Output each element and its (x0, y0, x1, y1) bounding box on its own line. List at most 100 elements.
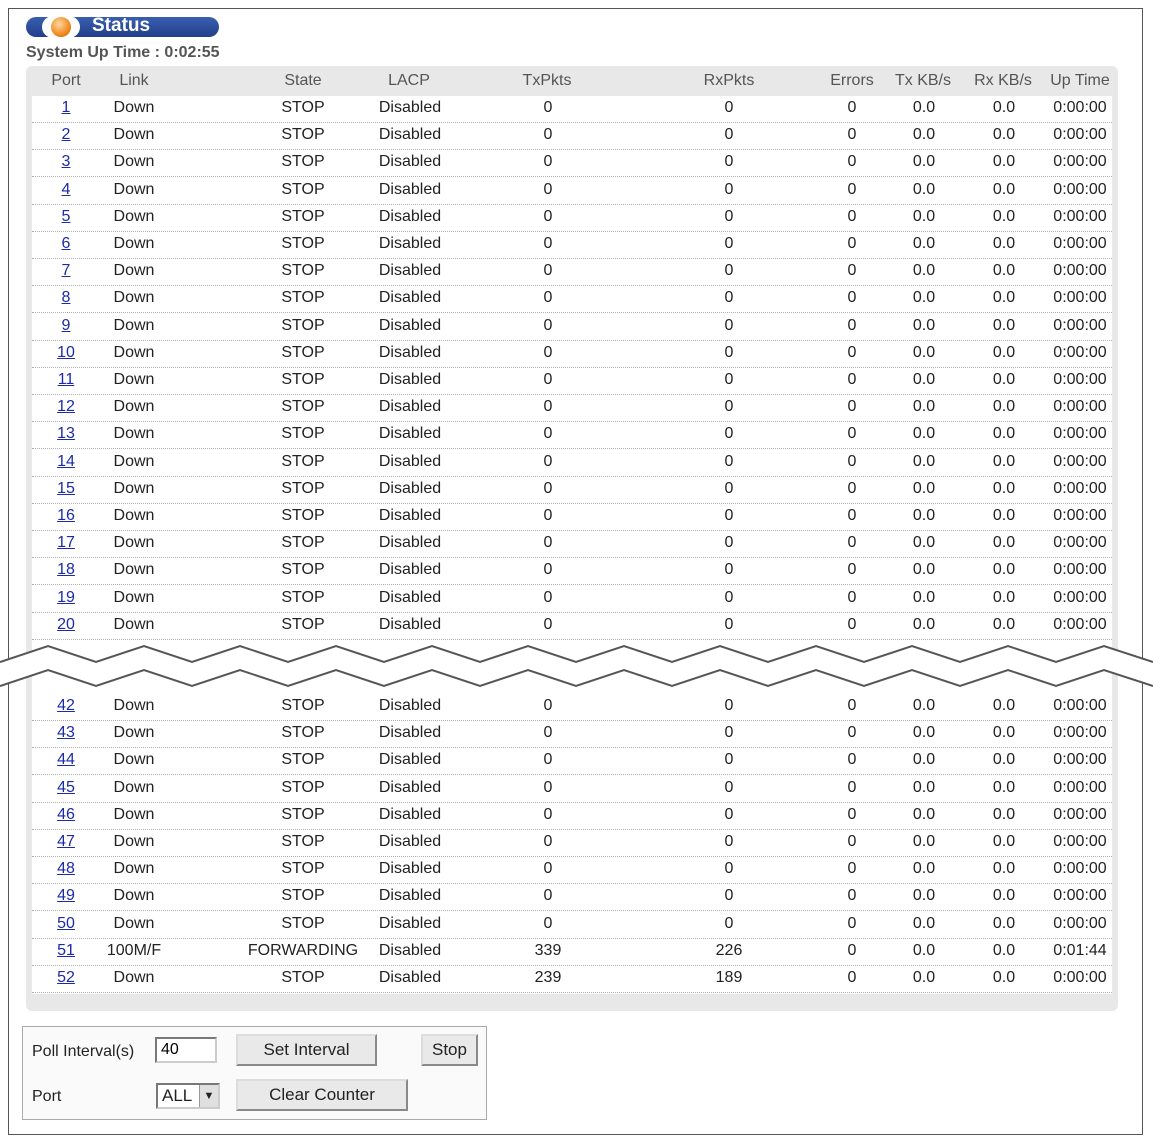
lacp-cell: Disabled (378, 534, 442, 552)
link-cell: Down (113, 914, 155, 932)
uptime-cell: 0:00:00 (1053, 534, 1107, 552)
table-row: 48 Down STOP Disabled 0 0 0 0.0 0.0 0:00:00 (32, 857, 1112, 885)
port-link[interactable]: 52 (57, 969, 75, 987)
port-link[interactable]: 1 (62, 99, 71, 117)
state-cell: STOP (281, 507, 325, 524)
port-link[interactable]: 47 (57, 833, 75, 851)
txpkts-cell: 339 (534, 941, 562, 959)
lacp-cell: Disabled (378, 507, 442, 524)
col-errors: Errors (830, 72, 874, 89)
uptime-cell: 0:00:00 (1053, 969, 1107, 986)
state-cell: STOP (281, 778, 325, 796)
state-cell: STOP (281, 479, 325, 497)
port-link[interactable]: 20 (57, 616, 75, 634)
link-cell: Down (113, 207, 155, 225)
chevron-down-icon[interactable]: ▼ (199, 1085, 218, 1107)
port-link[interactable]: 45 (57, 779, 75, 797)
uptime-cell: 0:00:00 (1053, 289, 1107, 307)
uptime-cell: 0:01:44 (1053, 941, 1107, 959)
link-cell: Down (113, 398, 155, 416)
port-link[interactable]: 8 (62, 289, 71, 307)
port-link[interactable]: 46 (57, 806, 75, 824)
port-link[interactable]: 18 (57, 561, 75, 579)
txpkts-cell: 0 (543, 479, 553, 497)
rxpkts-cell: 0 (724, 343, 734, 361)
port-link[interactable]: 44 (57, 751, 75, 769)
port-link[interactable]: 6 (62, 235, 71, 253)
uptime-cell: 0:00:00 (1053, 207, 1107, 225)
rxkbs-cell: 0.0 (992, 751, 1016, 769)
port-link[interactable]: 7 (62, 262, 71, 280)
port-link[interactable]: 42 (57, 697, 75, 715)
clear-counter-button[interactable]: Clear Counter (236, 1079, 408, 1111)
txpkts-cell: 0 (543, 262, 553, 280)
poll-interval-input[interactable] (155, 1037, 217, 1063)
uptime-cell: 0:00:00 (1053, 398, 1107, 416)
rxkbs-cell: 0.0 (992, 778, 1016, 796)
port-link[interactable]: 10 (57, 344, 75, 362)
errors-cell: 0 (847, 805, 857, 823)
rxpkts-cell: 0 (724, 126, 734, 144)
port-link[interactable]: 4 (62, 181, 71, 199)
port-select[interactable]: ALL ▼ (156, 1083, 220, 1109)
port-link[interactable]: 5 (62, 208, 71, 226)
link-cell: Down (113, 316, 155, 334)
port-link[interactable]: 13 (57, 425, 75, 443)
rxpkts-cell: 0 (724, 507, 734, 524)
txpkts-cell: 0 (543, 180, 553, 198)
port-link[interactable]: 43 (57, 724, 75, 742)
lacp-cell: Disabled (378, 615, 442, 633)
port-link[interactable]: 12 (57, 398, 75, 416)
txpkts-cell: 0 (543, 778, 553, 796)
stop-button[interactable]: Stop (421, 1034, 478, 1066)
port-link[interactable]: 49 (57, 887, 75, 905)
port-link[interactable]: 51 (57, 942, 75, 960)
col-rxkbs: Rx KB/s (974, 72, 1032, 89)
port-link[interactable]: 14 (57, 453, 75, 471)
link-cell: Down (113, 180, 155, 198)
errors-cell: 0 (847, 860, 857, 878)
rxkbs-cell: 0.0 (992, 235, 1016, 252)
rxpkts-cell: 0 (724, 833, 734, 850)
txpkts-cell: 0 (543, 425, 553, 443)
state-cell: STOP (281, 697, 325, 714)
uptime-cell: 0:00:00 (1053, 371, 1107, 388)
errors-cell: 0 (847, 615, 857, 633)
txkbs-cell: 0.0 (912, 588, 936, 606)
txkbs-cell: 0.0 (912, 126, 936, 144)
uptime-cell: 0:00:00 (1053, 452, 1107, 470)
link-cell: Down (113, 507, 155, 524)
port-link[interactable]: 11 (58, 371, 75, 389)
lacp-cell: Disabled (378, 371, 442, 388)
link-cell: Down (113, 452, 155, 470)
table-row: 13 Down STOP Disabled 0 0 0 0.0 0.0 0:00:00 (32, 422, 1112, 450)
lacp-cell: Disabled (378, 561, 442, 579)
table-row: 51 100M/F FORWARDING Disabled 339 226 0 0.0 0.0 0… (32, 939, 1112, 966)
port-link[interactable]: 19 (57, 589, 75, 607)
rxpkts-cell: 0 (724, 724, 734, 742)
state-cell: STOP (281, 561, 325, 579)
table-row: 9 Down STOP Disabled 0 0 0 0.0 0.0 0:00:00 (32, 314, 1112, 341)
port-link[interactable]: 17 (57, 534, 75, 552)
port-link[interactable]: 9 (62, 317, 71, 335)
port-link[interactable]: 2 (62, 126, 71, 144)
table-row: 14 Down STOP Disabled 0 0 0 0.0 0.0 0:00:00 (32, 450, 1112, 477)
port-link[interactable]: 16 (57, 507, 75, 525)
port-link[interactable]: 50 (57, 915, 75, 933)
rxpkts-cell: 0 (724, 452, 734, 470)
errors-cell: 0 (847, 262, 857, 280)
lacp-cell: Disabled (378, 805, 442, 823)
set-interval-button[interactable]: Set Interval (236, 1034, 377, 1066)
uptime-cell: 0:00:00 (1053, 724, 1107, 742)
rxpkts-cell: 0 (724, 479, 734, 497)
port-link[interactable]: 3 (62, 153, 71, 171)
table-row: 7 Down STOP Disabled 0 0 0 0.0 0.0 0:00:00 (32, 259, 1112, 287)
port-link[interactable]: 15 (57, 480, 75, 498)
errors-cell: 0 (847, 207, 857, 225)
txkbs-cell: 0.0 (912, 207, 936, 225)
link-cell: Down (113, 778, 155, 796)
state-cell: STOP (281, 398, 325, 416)
table-header: Port Link State LACP TxPkts RxPkts Error… (26, 66, 1118, 96)
txkbs-cell: 0.0 (912, 941, 936, 959)
port-link[interactable]: 48 (57, 860, 75, 878)
